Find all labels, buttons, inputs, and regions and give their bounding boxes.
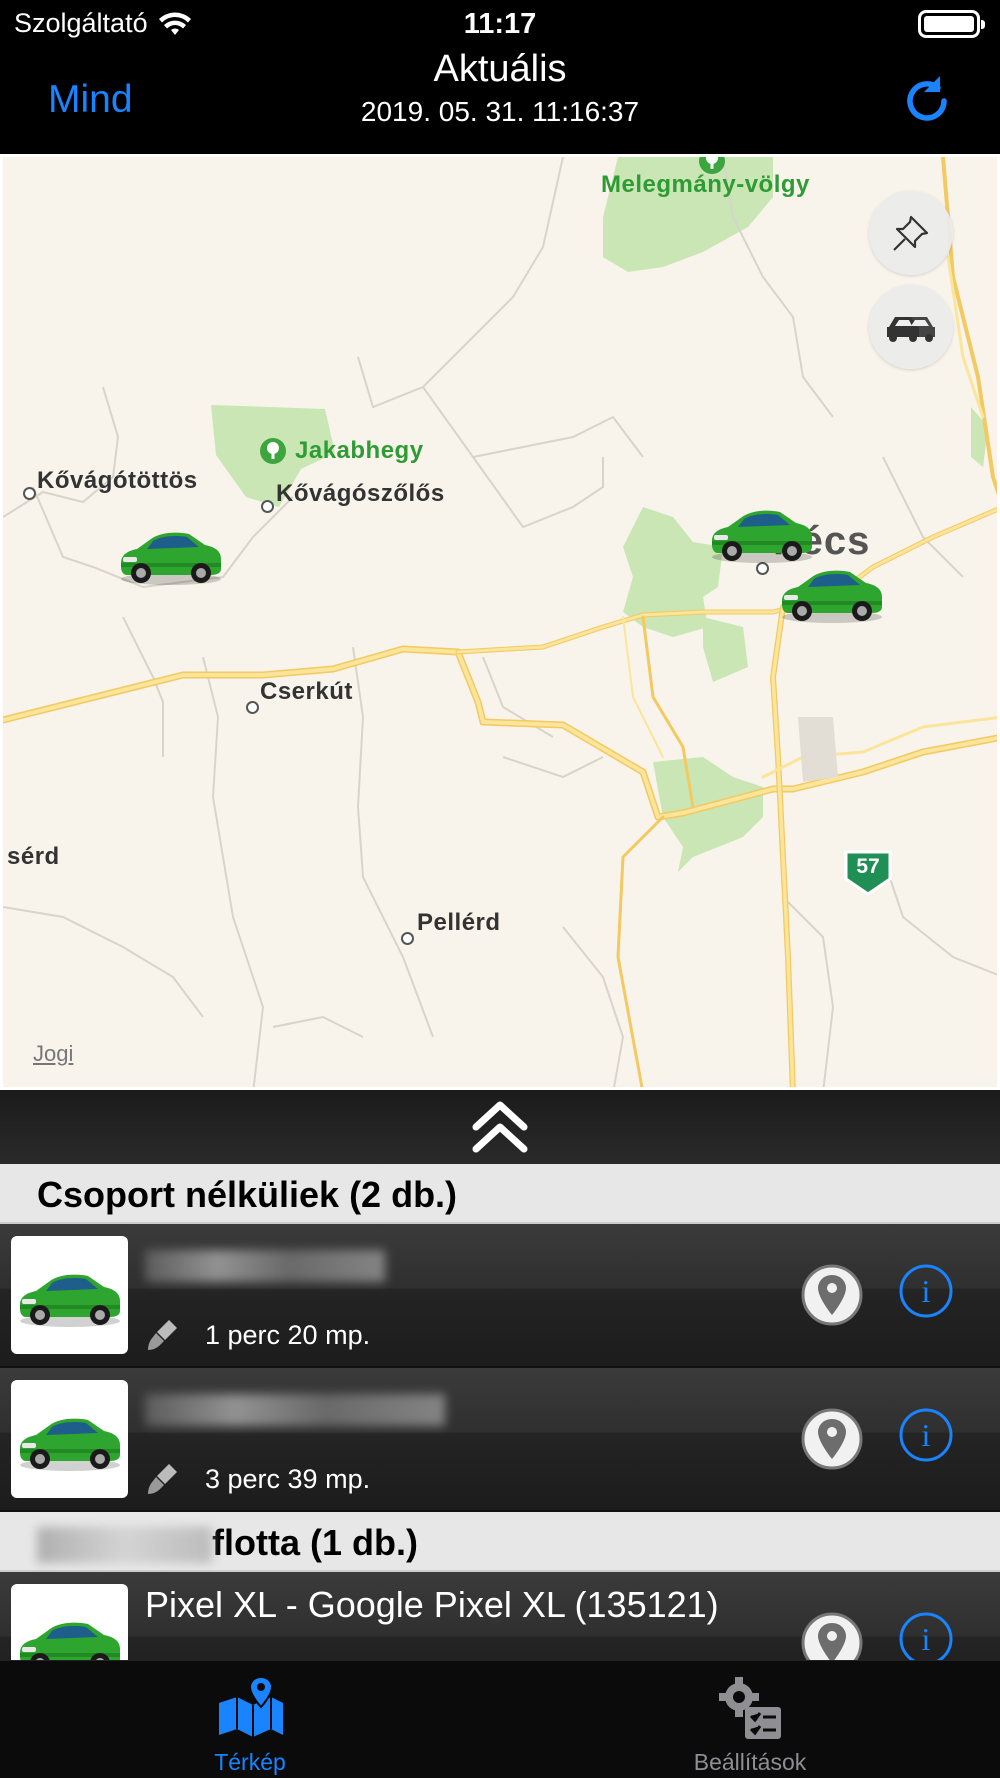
status-time: 11:17 <box>463 8 537 40</box>
refresh-icon[interactable] <box>898 72 956 130</box>
page-title: Aktuális <box>433 48 567 90</box>
show-vehicles-button[interactable] <box>869 285 953 369</box>
place-label-jakabhegy: Jakabhegy <box>295 437 424 464</box>
vehicle-list[interactable]: Csoport nélküliek (2 db.) 1 perc 20 mp. … <box>0 1164 1000 1660</box>
place-label-kovagotottos: Kővágótöttös <box>37 467 198 494</box>
locate-pin-icon[interactable] <box>800 1407 864 1471</box>
locate-pin-icon[interactable] <box>800 1611 864 1660</box>
vehicle-thumbnail <box>11 1380 128 1498</box>
place-dot <box>261 500 274 513</box>
map-icon <box>219 1675 283 1737</box>
drawer-handle[interactable] <box>0 1090 1000 1164</box>
road-shield-number: 57 <box>856 855 880 878</box>
vehicle-row[interactable]: Pixel XL - Google Pixel XL (135121) i <box>0 1572 1000 1660</box>
svg-text:i: i <box>922 1417 931 1453</box>
vehicle-name-redacted <box>145 1394 445 1426</box>
section-title: flotta (1 db.) <box>212 1522 418 1563</box>
legal-link[interactable]: Jogi <box>33 1041 73 1067</box>
last-update-timestamp: 2019. 05. 31. 11:16:37 <box>360 96 640 127</box>
place-label-kovagoszolos: Kővágószőlős <box>276 480 445 507</box>
cars-icon <box>887 317 935 342</box>
place-dot <box>23 487 36 500</box>
vehicle-name-redacted <box>145 1250 385 1282</box>
svg-text:i: i <box>922 1621 931 1657</box>
vehicle-row[interactable]: 3 perc 39 mp. i <box>0 1368 1000 1512</box>
double-chevron-up-icon <box>472 1101 528 1153</box>
tab-map-label: Térkép <box>214 1749 286 1775</box>
tab-settings-label: Beállítások <box>693 1749 807 1775</box>
place-label-pellerd: Pellérd <box>417 909 501 936</box>
place-label-serd: sérd <box>7 843 60 870</box>
battery-icon <box>918 10 985 38</box>
section-header: flotta (1 db.) <box>0 1512 1000 1572</box>
info-icon[interactable]: i <box>898 1407 954 1463</box>
idle-duration: 1 perc 20 mp. <box>205 1320 371 1350</box>
vehicle-thumbnail <box>11 1236 128 1354</box>
nav-bar: Mind Aktuális 2019. 05. 31. 11:16:37 <box>0 48 1000 154</box>
tab-settings[interactable]: Beállítások <box>500 1661 1000 1778</box>
info-icon[interactable]: i <box>898 1611 954 1660</box>
pushpin-icon <box>893 215 929 251</box>
section-title-redacted <box>37 1527 212 1564</box>
place-label-cserkut: Cserkút <box>260 678 353 705</box>
vehicle-row[interactable]: 1 perc 20 mp. i <box>0 1224 1000 1368</box>
place-dot <box>246 701 259 714</box>
tab-bar: Térkép Beállítások <box>0 1660 1000 1778</box>
settings-icon <box>719 1677 781 1739</box>
section-header: Csoport nélküliek (2 db.) <box>0 1164 1000 1224</box>
vehicle-marker[interactable] <box>776 557 888 625</box>
idle-duration: 3 perc 39 mp. <box>205 1464 371 1494</box>
vehicle-marker[interactable] <box>115 519 227 587</box>
road-shield: 57 <box>843 849 893 897</box>
pin-mode-button[interactable] <box>869 191 953 275</box>
status-bar: Szolgáltató 11:17 <box>0 0 1000 48</box>
vehicle-marker[interactable] <box>706 497 818 565</box>
info-icon[interactable]: i <box>898 1263 954 1319</box>
park-icon <box>260 438 286 464</box>
tab-map[interactable]: Térkép <box>0 1661 500 1778</box>
locate-pin-icon[interactable] <box>800 1263 864 1327</box>
app-screen: Szolgáltató 11:17 Mind Aktuális 2019. 05… <box>0 0 1000 1778</box>
map-view[interactable]: Melegmány-völgy Jakabhegy Kővágótöttös K… <box>0 154 1000 1090</box>
place-label-melegmany: Melegmány-völgy <box>601 171 810 198</box>
svg-text:i: i <box>922 1273 931 1309</box>
brush-icon <box>148 1464 177 1494</box>
vehicle-name: Pixel XL - Google Pixel XL (135121) <box>145 1584 719 1625</box>
vehicle-thumbnail <box>11 1584 128 1660</box>
place-dot <box>401 932 414 945</box>
brush-icon <box>148 1320 177 1350</box>
